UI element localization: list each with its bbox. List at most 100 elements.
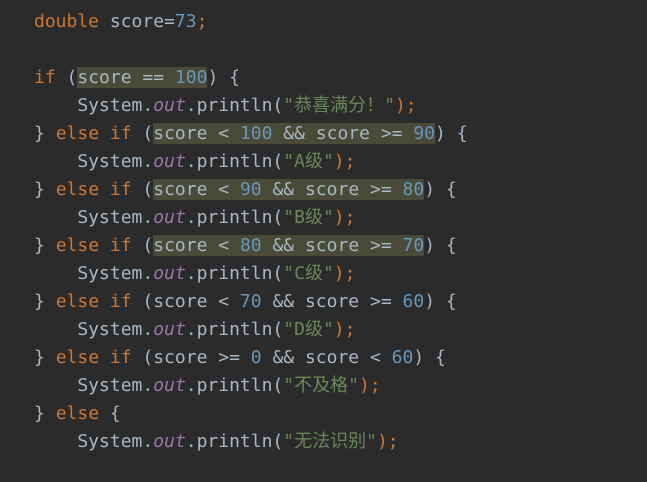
code-token: 70 — [239, 291, 262, 312]
code-token: ( — [55, 67, 78, 88]
code-token: 80 — [402, 179, 425, 200]
code-token: } — [34, 235, 56, 256]
code-token: ( — [131, 235, 154, 256]
code-token: ) { — [207, 67, 240, 88]
code-token: "A级" — [283, 151, 334, 172]
code-token: System. — [34, 431, 154, 452]
code-token: && score >= — [261, 291, 403, 312]
code-token: "B级" — [283, 207, 334, 228]
code-token: 0 — [250, 347, 262, 368]
code-token: } — [34, 347, 56, 368]
code-token: ; — [196, 11, 208, 32]
code-token: "C级" — [283, 263, 334, 284]
code-token: else if — [55, 291, 132, 312]
code-token: System. — [34, 319, 154, 340]
code-line[interactable]: System.out.println("B级"); — [34, 204, 355, 232]
code-line[interactable]: } else { — [34, 400, 121, 428]
code-line[interactable]: System.out.println("不及格"); — [34, 372, 381, 400]
code-token: { — [99, 403, 121, 424]
code-token: ) { — [424, 235, 457, 256]
code-token: score < — [153, 123, 240, 144]
code-line[interactable]: } else if (score < 90 && score >= 80) { — [34, 176, 457, 204]
code-token: System. — [34, 207, 154, 228]
code-token: "恭喜满分！" — [283, 95, 395, 116]
code-token: 70 — [402, 235, 425, 256]
code-token: && score < — [261, 347, 392, 368]
code-token: && score >= — [272, 123, 414, 144]
code-editor[interactable]: double score=73; if (score == 100) { Syst… — [0, 0, 647, 482]
code-token: else if — [55, 179, 132, 200]
code-token: ) { — [435, 123, 468, 144]
code-token: && score >= — [261, 179, 403, 200]
code-token: out — [153, 263, 186, 284]
code-token: out — [153, 207, 186, 228]
code-line[interactable]: System.out.println("无法识别"); — [34, 428, 399, 456]
code-token: out — [153, 375, 186, 396]
code-token: "无法识别" — [283, 431, 377, 452]
code-token: && score >= — [261, 235, 403, 256]
code-token: else if — [55, 235, 132, 256]
code-token: } — [34, 123, 56, 144]
code-token: .println( — [185, 263, 284, 284]
code-line[interactable]: System.out.println("D级"); — [34, 316, 355, 344]
code-token: .println( — [185, 207, 284, 228]
code-token: ); — [333, 207, 356, 228]
code-line[interactable]: } else if (score >= 0 && score < 60) { — [34, 344, 446, 372]
code-token: ) { — [413, 347, 446, 368]
code-token: } — [34, 403, 56, 424]
code-token: .println( — [185, 319, 284, 340]
code-token: (score < — [131, 291, 240, 312]
code-line[interactable]: double score=73; — [34, 8, 207, 36]
code-token: out — [153, 95, 186, 116]
code-token: score= — [99, 11, 175, 32]
code-line[interactable]: } else if (score < 80 && score >= 70) { — [34, 232, 457, 260]
code-token: 80 — [239, 235, 262, 256]
editor-gutter — [0, 0, 22, 482]
code-token: ); — [376, 431, 399, 452]
code-token: System. — [34, 263, 154, 284]
code-token: "不及格" — [283, 375, 359, 396]
code-line[interactable]: } else if (score < 70 && score >= 60) { — [34, 288, 457, 316]
code-token: .println( — [185, 375, 284, 396]
code-token: 73 — [174, 11, 197, 32]
code-token: ); — [333, 319, 356, 340]
code-token: score < — [153, 235, 240, 256]
code-token: 90 — [239, 179, 262, 200]
code-token: score < — [153, 179, 240, 200]
code-token: .println( — [185, 95, 284, 116]
code-token: out — [153, 431, 186, 452]
code-token: } — [34, 291, 56, 312]
code-token: out — [153, 319, 186, 340]
code-token: ); — [358, 375, 381, 396]
code-token: System. — [34, 151, 154, 172]
code-token: 60 — [402, 291, 425, 312]
code-token: .println( — [185, 151, 284, 172]
code-token: out — [153, 151, 186, 172]
code-token: .println( — [185, 431, 284, 452]
code-token: ( — [131, 179, 154, 200]
code-token: ) { — [424, 291, 457, 312]
code-token: double — [34, 11, 100, 32]
code-line[interactable]: System.out.println("A级"); — [34, 148, 355, 176]
code-token: (score >= — [131, 347, 251, 368]
code-token: 60 — [391, 347, 414, 368]
code-token: 90 — [413, 123, 436, 144]
code-line[interactable]: } else if (score < 100 && score >= 90) { — [34, 120, 468, 148]
code-token: else if — [55, 347, 132, 368]
code-token: System. — [34, 95, 154, 116]
code-token: else — [55, 403, 100, 424]
code-line[interactable]: System.out.println("C级"); — [34, 260, 355, 288]
code-token: else if — [55, 123, 132, 144]
code-token: ); — [333, 263, 356, 284]
code-line[interactable]: System.out.println("恭喜满分！"); — [34, 92, 417, 120]
code-token: score == — [77, 67, 175, 88]
code-token: ) { — [424, 179, 457, 200]
code-token: if — [34, 67, 56, 88]
code-token: ); — [333, 151, 356, 172]
code-token: 100 — [239, 123, 273, 144]
code-token: 100 — [174, 67, 208, 88]
code-token: } — [34, 179, 56, 200]
code-line[interactable]: if (score == 100) { — [34, 64, 240, 92]
code-token: ); — [394, 95, 417, 116]
code-token: System. — [34, 375, 154, 396]
